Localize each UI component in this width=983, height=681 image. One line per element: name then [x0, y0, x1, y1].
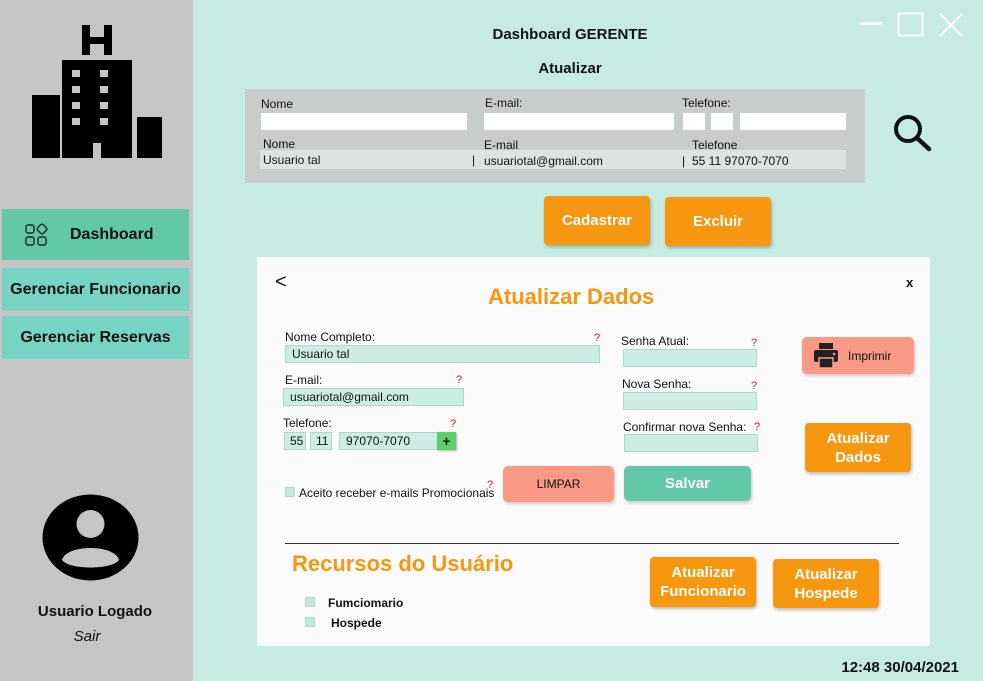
sidebar: Dashboard Gerenciar Funcionario Gerencia… [0, 0, 193, 681]
user-avatar-icon [42, 494, 139, 581]
help-icon[interactable]: ? [594, 332, 600, 344]
resource-label-hospede: Hospede [331, 616, 382, 630]
new-password-input[interactable] [623, 392, 757, 410]
add-phone-button[interactable]: + [437, 432, 456, 450]
phone-number-input[interactable]: 97070-7070 [339, 432, 439, 450]
resource-checkbox-funcionario[interactable] [305, 597, 315, 607]
help-icon[interactable]: ? [751, 380, 757, 392]
full-name-label: Nome Completo: [285, 330, 376, 344]
back-icon[interactable]: < [275, 271, 287, 294]
hotel-building-icon [32, 25, 162, 158]
phone-ddi-input[interactable]: 55 [284, 432, 306, 450]
print-button[interactable]: Imprimir [802, 337, 914, 374]
result-divider: | [472, 153, 476, 167]
phone-label: Telefone: [283, 416, 332, 430]
maximize-icon[interactable] [897, 12, 925, 38]
search-phone-label: Telefone: [682, 96, 731, 110]
clear-button[interactable]: LIMPAR [503, 466, 614, 502]
search-phone-ddi-input[interactable] [683, 113, 705, 130]
save-button[interactable]: Salvar [624, 466, 751, 501]
search-phone-ddd-input[interactable] [711, 113, 733, 130]
update-employee-button[interactable]: Atualizar Funcionario [650, 557, 756, 607]
sidebar-item-dashboard[interactable]: Dashboard [2, 209, 189, 260]
result-name: Usuario tal [263, 153, 321, 167]
sidebar-item-label: Gerenciar Funcionario [10, 280, 181, 298]
promo-checkbox[interactable] [285, 487, 295, 497]
resources-title: Recursos do Usuário [292, 551, 514, 576]
divider [285, 543, 899, 544]
help-icon[interactable]: ? [754, 421, 760, 433]
logout-link[interactable]: Sair [0, 628, 174, 645]
help-icon[interactable]: ? [450, 418, 456, 430]
current-password-input[interactable] [623, 349, 757, 367]
result-divider: | [682, 154, 686, 168]
printer-icon [814, 343, 838, 368]
search-name-label: Nome [261, 97, 294, 111]
help-icon[interactable]: ? [487, 479, 493, 491]
search-email-label: E-mail: [485, 96, 523, 110]
promo-checkbox-label: Aceito receber e-mails Promocionais [299, 486, 495, 500]
confirm-password-input[interactable] [624, 434, 758, 452]
search-name-input[interactable] [261, 113, 467, 130]
print-button-label: Imprimir [848, 349, 892, 363]
close-modal-button[interactable]: x [906, 275, 913, 290]
result-email: usuariotal@gmail.com [484, 154, 603, 168]
update-guest-button[interactable]: Atualizar Hospede [773, 559, 879, 608]
modal-title: Atualizar Dados [488, 284, 655, 309]
search-email-input[interactable] [484, 113, 674, 130]
email-input[interactable]: usuariotal@gmail.com [283, 388, 464, 406]
email-label: E-mail: [285, 373, 323, 387]
status-date: 30/04/2021 [883, 659, 959, 676]
result-header-name: Nome [263, 137, 296, 151]
status-clock: 12:48 30/04/2021 [841, 659, 959, 676]
current-password-label: Senha Atual: [621, 334, 690, 348]
sidebar-item-label: Dashboard [70, 225, 154, 243]
user-name: Usuario Logado [37, 603, 153, 620]
grid-apps-icon [25, 222, 48, 246]
help-icon[interactable]: ? [751, 337, 757, 349]
register-button[interactable]: Cadastrar [544, 196, 650, 245]
result-phone: 55 11 97070-7070 [692, 154, 789, 168]
status-time: 12:48 [841, 659, 880, 676]
resource-checkbox-hospede[interactable] [305, 617, 315, 627]
search-icon[interactable] [892, 114, 932, 152]
confirm-password-label: Confirmar nova Senha: [623, 420, 747, 434]
sidebar-item-reservas[interactable]: Gerenciar Reservas [2, 316, 189, 359]
phone-ddd-input[interactable]: 11 [310, 432, 332, 450]
page-title: Dashboard GERENTE [492, 26, 648, 43]
close-window-icon[interactable] [938, 12, 964, 38]
help-icon[interactable]: ? [456, 374, 462, 386]
search-phone-number-input[interactable] [740, 113, 846, 130]
delete-button[interactable]: Excluir [665, 197, 771, 246]
new-password-label: Nova Senha: [622, 377, 692, 391]
minimize-icon[interactable] [860, 12, 884, 36]
sidebar-item-funcionario[interactable]: Gerenciar Funcionario [2, 268, 189, 311]
full-name-input[interactable]: Usuario tal [285, 345, 600, 363]
resource-label-funcionario: Fumciomario [328, 596, 404, 610]
sidebar-item-label: Gerenciar Reservas [20, 328, 171, 346]
page-subtitle: Atualizar [538, 60, 602, 77]
update-data-button[interactable]: Atualizar Dados [805, 423, 911, 472]
